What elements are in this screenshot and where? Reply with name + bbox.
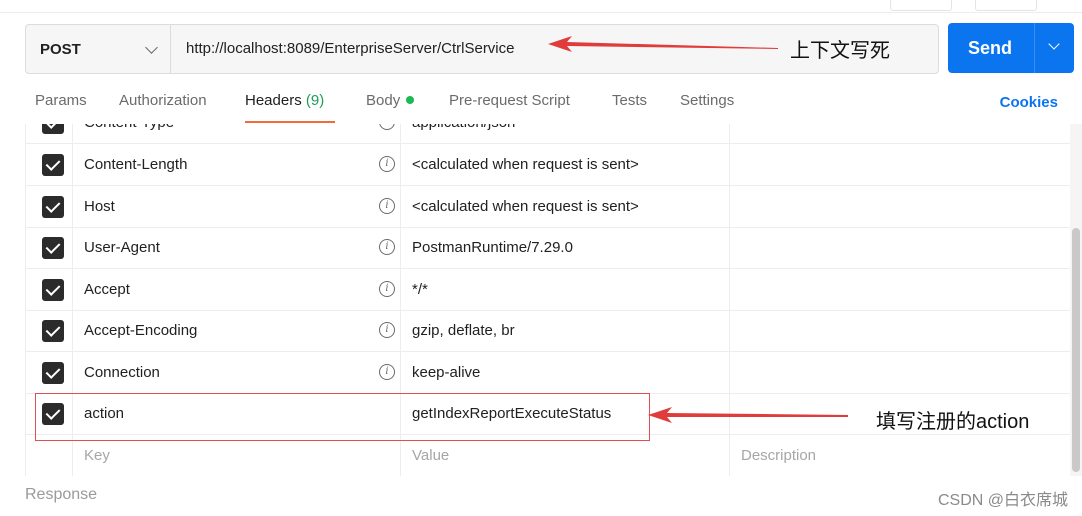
table-row: Accept i */* <box>26 269 1071 311</box>
chevron-down-icon <box>145 40 158 54</box>
send-label: Send <box>967 38 1012 58</box>
header-value[interactable]: keep-alive <box>412 352 480 393</box>
value-placeholder[interactable]: Value <box>412 435 449 476</box>
checkbox[interactable] <box>42 237 64 259</box>
header-value[interactable]: gzip, deflate, br <box>412 310 515 351</box>
table-row: Accept-Encoding i gzip, deflate, br <box>26 310 1071 352</box>
info-icon[interactable]: i <box>379 198 395 214</box>
info-icon[interactable]: i <box>379 124 395 130</box>
tab-headers[interactable]: Headers (9) <box>245 92 324 124</box>
action-annotation: 填写注册的action <box>876 411 1030 433</box>
header-value[interactable]: <calculated when request is sent> <box>412 186 639 227</box>
tab-params[interactable]: Params <box>35 92 87 124</box>
cookies-link[interactable]: Cookies <box>1000 94 1058 111</box>
key-placeholder[interactable]: Key <box>84 435 110 476</box>
chevron-down-icon[interactable] <box>1048 38 1060 50</box>
table-row: Content-Length i <calculated when request… <box>26 144 1071 186</box>
annotation-highlight-box <box>35 393 650 441</box>
tab-authorization[interactable]: Authorization <box>119 92 207 124</box>
method-label: POST <box>40 40 81 58</box>
send-button[interactable]: Send <box>948 23 1074 73</box>
tab-settings[interactable]: Settings <box>680 92 734 124</box>
info-icon[interactable]: i <box>379 364 395 380</box>
header-value[interactable]: <calculated when request is sent> <box>412 144 639 185</box>
header-key[interactable]: Accept-Encoding <box>84 310 197 351</box>
table-row: User-Agent i PostmanRuntime/7.29.0 <box>26 227 1071 269</box>
status-dot-icon <box>406 96 415 105</box>
tab-tests[interactable]: Tests <box>612 92 647 124</box>
checkbox[interactable] <box>42 279 64 301</box>
top-tab-strip <box>0 0 1082 13</box>
header-key[interactable]: Content-Length <box>84 144 187 185</box>
url-annotation: 上下文写死 <box>790 40 890 62</box>
description-placeholder[interactable]: Description <box>741 435 816 476</box>
header-key[interactable]: Content-Type <box>84 124 174 143</box>
info-icon[interactable]: i <box>379 322 395 338</box>
watermark: CSDN @白衣席城 <box>937 492 1068 509</box>
info-icon[interactable]: i <box>379 239 395 255</box>
header-key[interactable]: Accept <box>84 269 130 310</box>
header-value[interactable]: */* <box>412 269 428 310</box>
header-key[interactable]: User-Agent <box>84 227 160 268</box>
table-row: Content-Type i application/json <box>26 124 1071 144</box>
checkbox[interactable] <box>42 196 64 218</box>
table-row: Host i <calculated when request is sent> <box>26 186 1071 228</box>
scrollbar-thumb[interactable] <box>1072 228 1080 472</box>
header-key[interactable]: Connection <box>84 352 160 393</box>
checkbox[interactable] <box>42 154 64 176</box>
response-label: Response <box>25 486 98 503</box>
info-icon[interactable]: i <box>379 281 395 297</box>
header-value[interactable]: application/json <box>412 124 515 143</box>
header-value[interactable]: PostmanRuntime/7.29.0 <box>412 227 573 268</box>
checkbox[interactable] <box>42 124 64 134</box>
checkbox[interactable] <box>42 362 64 384</box>
annotation-arrow <box>648 407 848 423</box>
table-row: Connection i keep-alive <box>26 352 1071 394</box>
tab-edge <box>890 0 952 11</box>
tab-body[interactable]: Body <box>366 92 415 124</box>
new-header-row: Key Value Description <box>26 435 1071 476</box>
annotation-arrow <box>548 36 778 52</box>
method-select[interactable]: POST <box>26 25 171 73</box>
tab-pre-request-script[interactable]: Pre-request Script <box>449 92 570 124</box>
send-divider <box>1034 23 1035 73</box>
active-tab-underline <box>245 121 335 123</box>
header-key[interactable]: Host <box>84 186 115 227</box>
info-icon[interactable]: i <box>379 156 395 172</box>
url-input[interactable]: http://localhost:8089/EnterpriseServer/C… <box>186 25 514 73</box>
checkbox[interactable] <box>42 320 64 342</box>
headers-count: (9) <box>305 92 325 109</box>
tab-edge <box>975 0 1037 11</box>
